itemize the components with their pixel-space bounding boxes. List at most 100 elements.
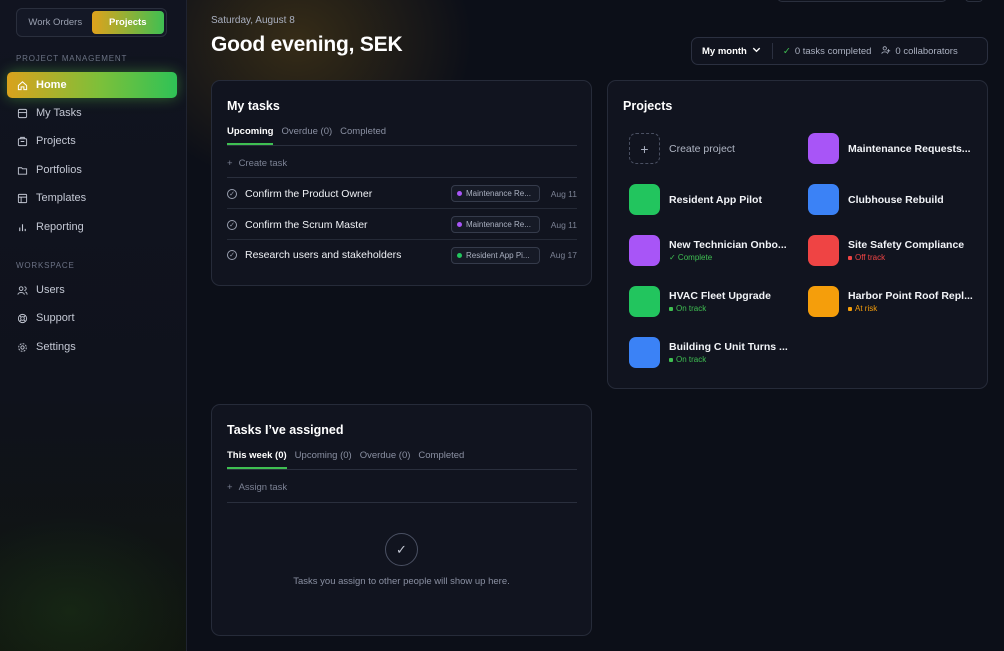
sidebar-item-home[interactable]: Home: [7, 72, 177, 98]
assigned-tabs: This week (0) Upcoming (0) Overdue (0) C…: [227, 450, 464, 469]
project-item[interactable]: New Technician Onbo... ✓ Complete: [629, 235, 799, 266]
tasks-completed-label: 0 tasks completed: [794, 45, 872, 57]
project-name: Building C Unit Turns ...: [669, 341, 788, 353]
task-check-icon[interactable]: ✓: [227, 219, 237, 230]
search-bar[interactable]: [777, 0, 947, 2]
sidebar-item-reporting[interactable]: Reporting: [7, 214, 177, 240]
main-content: Saturday, August 8 Good evening, SEK My …: [187, 0, 1004, 651]
task-check-icon[interactable]: ✓: [227, 250, 237, 260]
period-dropdown[interactable]: My month: [702, 44, 762, 58]
project-color-swatch: [629, 235, 660, 266]
collaborators-stat: 0 collaborators: [881, 45, 958, 58]
due-date: Aug 17: [550, 250, 577, 260]
task-row[interactable]: ✓ Confirm the Scrum Master Maintenance R…: [227, 210, 577, 240]
tag-dot: [457, 191, 462, 196]
create-task-button[interactable]: + Create task: [227, 158, 287, 169]
status-badge: On track: [669, 304, 771, 313]
task-name: Confirm the Product Owner: [245, 187, 373, 200]
divider: [771, 43, 773, 59]
sidebar-item-settings[interactable]: Settings: [7, 334, 177, 360]
tab-completed[interactable]: Completed: [418, 450, 464, 469]
projects-card: Projects + Create project Maintenance Re…: [607, 80, 988, 389]
project-item[interactable]: Clubhouse Rebuild: [808, 184, 978, 215]
gear-icon: [17, 342, 28, 353]
project-item[interactable]: HVAC Fleet Upgrade On track: [629, 286, 799, 317]
due-date: Aug 11: [550, 219, 577, 230]
section-label-workspace: WORKSPACE: [16, 261, 75, 270]
project-name: Resident App Pilot: [669, 193, 762, 206]
chart-icon: [17, 222, 28, 233]
card-title: Tasks I’ve assigned: [227, 423, 344, 437]
status-badge: ✓ Complete: [669, 253, 713, 262]
stats-bar: My month ✓ 0 tasks completed 0 collabora…: [691, 37, 988, 65]
sidebar-item-label: Reporting: [36, 221, 84, 233]
sidebar-item-support[interactable]: Support: [7, 305, 177, 331]
sidebar-item-label: Templates: [36, 192, 87, 204]
page-title: Good evening, SEK: [211, 33, 403, 56]
project-color-swatch: [629, 337, 660, 368]
sidebar-item-label: Portfolios: [36, 164, 82, 176]
card-title: Projects: [623, 99, 673, 113]
tab-this-week[interactable]: This week (0): [227, 450, 287, 469]
task-row[interactable]: ✓ Research users and stakeholders Reside…: [227, 240, 577, 270]
project-name: Harbor Point Roof Repl...: [848, 290, 973, 302]
sidebar-item-portfolios[interactable]: Portfolios: [7, 157, 177, 183]
tab-upcoming[interactable]: Upcoming: [227, 126, 274, 145]
divider: [227, 177, 577, 178]
tab-overdue[interactable]: Overdue (0): [360, 450, 411, 469]
project-color-swatch: [808, 286, 839, 317]
project-name: HVAC Fleet Upgrade: [669, 290, 771, 302]
status-marker: [848, 306, 852, 311]
tasks-completed-stat: ✓ 0 tasks completed: [783, 46, 872, 57]
sidebar-item-users[interactable]: Users: [7, 277, 177, 303]
collaborators-label: 0 collaborators: [895, 45, 958, 57]
divider: [227, 502, 577, 503]
status-label: On track: [676, 304, 707, 313]
check-icon: ✓: [782, 45, 791, 57]
create-task-label: Create task: [238, 158, 288, 169]
project-item[interactable]: Resident App Pilot: [629, 184, 799, 215]
assigned-tasks-card: Tasks I’ve assigned This week (0) Upcomi…: [211, 404, 592, 636]
sidebar-item-templates[interactable]: Templates: [7, 185, 177, 211]
period-label: My month: [702, 45, 747, 57]
project-color-swatch: [808, 133, 839, 164]
current-date: Saturday, August 8: [211, 15, 295, 26]
task-check-icon[interactable]: ✓: [227, 188, 237, 199]
tab-completed[interactable]: Completed: [340, 126, 386, 145]
plus-icon: +: [629, 133, 660, 164]
task-name: Research users and stakeholders: [245, 249, 402, 261]
tab-overdue[interactable]: Overdue (0): [281, 126, 332, 145]
work-orders-toggle[interactable]: Work Orders: [19, 11, 92, 34]
tab-upcoming[interactable]: Upcoming (0): [295, 450, 352, 469]
chevron-down-icon: [751, 44, 762, 58]
project-color-swatch: [808, 184, 839, 215]
project-item[interactable]: Maintenance Requests...: [808, 133, 978, 164]
sidebar-item-my-tasks[interactable]: My Tasks: [7, 100, 177, 126]
task-row[interactable]: ✓ Confirm the Product Owner Maintenance …: [227, 179, 577, 209]
status-badge: On track: [669, 355, 788, 364]
divider: [227, 469, 577, 470]
status-badge: Off track: [848, 253, 964, 262]
plus-icon: +: [227, 158, 233, 169]
project-color-swatch: [629, 286, 660, 317]
sidebar-item-projects[interactable]: Projects: [7, 128, 177, 154]
project-name: Maintenance Requests...: [848, 142, 971, 155]
status-label: On track: [676, 355, 707, 364]
status-marker: [669, 357, 673, 362]
project-item[interactable]: Building C Unit Turns ... On track: [629, 337, 799, 368]
create-project-button[interactable]: + Create project: [629, 133, 799, 164]
project-item[interactable]: Harbor Point Roof Repl... At risk: [808, 286, 978, 317]
status-badge: At risk: [848, 304, 973, 313]
projects-toggle[interactable]: Projects: [91, 11, 164, 34]
project-item[interactable]: Site Safety Compliance Off track: [808, 235, 978, 266]
my-tasks-card: My tasks Upcoming Overdue (0) Completed …: [211, 80, 592, 286]
status-label: At risk: [855, 304, 878, 313]
sidebar-item-label: Users: [36, 284, 65, 296]
project-color-swatch: [808, 235, 839, 266]
assign-task-button[interactable]: + Assign task: [227, 482, 287, 493]
sidebar-item-label: My Tasks: [36, 107, 82, 119]
workspace-switcher: Work Orders Projects: [16, 8, 167, 37]
topbar-button[interactable]: [965, 0, 983, 2]
status-marker: [669, 306, 673, 311]
project-name: Clubhouse Rebuild: [848, 193, 944, 206]
